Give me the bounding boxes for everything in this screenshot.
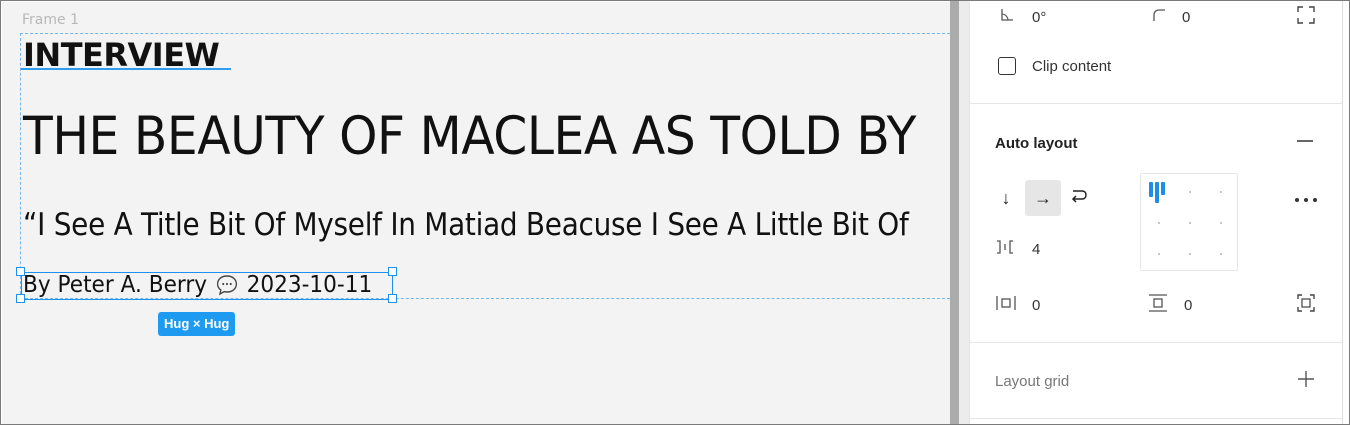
- horizontal-padding-value: 0: [1032, 296, 1041, 314]
- minus-icon: [1296, 132, 1314, 154]
- arrow-down-icon: ↓: [1001, 187, 1011, 208]
- spacing-icon: [996, 239, 1014, 259]
- divider-track: [959, 1, 969, 424]
- plus-icon: [1297, 370, 1315, 392]
- corner-radius-field[interactable]: 0: [1152, 6, 1190, 28]
- direction-wrap-button[interactable]: [1061, 180, 1097, 216]
- selection-box[interactable]: [21, 272, 393, 300]
- rotation-field[interactable]: 0°: [1000, 6, 1046, 28]
- headline-text[interactable]: THE BEAUTY OF MACLEA AS TOLD BY: [23, 106, 916, 167]
- quote-text[interactable]: “I See A Title Bit Of Myself In Matiad B…: [23, 207, 909, 243]
- resize-handle-bottom-left[interactable]: [16, 294, 25, 303]
- align-dot-middle-left[interactable]: [1158, 222, 1160, 224]
- add-layout-grid-button[interactable]: [1297, 370, 1315, 392]
- section-divider: [970, 418, 1345, 419]
- properties-panel: 0° 0 Clip content Auto layout ↓ → 4 0 0 …: [969, 2, 1345, 424]
- corner-radius-value: 0: [1182, 8, 1191, 26]
- align-dot-bottom-left[interactable]: [1158, 253, 1160, 255]
- direction-controls: ↓ →: [988, 180, 1097, 216]
- arrow-right-icon: →: [1034, 187, 1052, 208]
- resize-handle-bottom-right[interactable]: [388, 294, 397, 303]
- independent-corners-button[interactable]: [1296, 6, 1316, 28]
- align-dot-top-center[interactable]: [1189, 191, 1191, 193]
- align-dot-bottom-center[interactable]: [1189, 253, 1191, 255]
- resize-handle-top-left[interactable]: [16, 267, 25, 276]
- align-bar-3: [1161, 182, 1165, 195]
- align-bar-1: [1149, 182, 1153, 197]
- panel-scrollbar[interactable]: [1342, 1, 1349, 424]
- wrap-icon: [1070, 188, 1088, 209]
- rotation-icon: [1000, 8, 1014, 26]
- rotation-value: 0°: [1032, 8, 1047, 26]
- app-window: Frame 1 INTERVIEW THE BEAUTY OF MACLEA A…: [0, 0, 1350, 425]
- hover-underline: [21, 68, 231, 70]
- individual-padding-button[interactable]: [1296, 294, 1316, 316]
- clip-content-checkbox[interactable]: Clip content: [998, 55, 1111, 77]
- more-options-icon: [1294, 190, 1318, 207]
- align-dot-bottom-right[interactable]: [1220, 253, 1222, 255]
- design-canvas[interactable]: Frame 1 INTERVIEW THE BEAUTY OF MACLEA A…: [2, 2, 950, 424]
- section-divider: [970, 342, 1345, 343]
- align-dot-middle-right[interactable]: [1220, 222, 1222, 224]
- align-bar-2: [1155, 182, 1159, 203]
- layout-grid-title: Layout grid: [995, 372, 1070, 390]
- resize-handle-top-right[interactable]: [388, 267, 397, 276]
- alignment-picker[interactable]: [1140, 173, 1238, 271]
- item-spacing-value: 4: [1032, 240, 1041, 258]
- checkbox-icon: [998, 57, 1016, 75]
- frame-label[interactable]: Frame 1: [22, 12, 79, 28]
- section-divider: [970, 103, 1345, 104]
- clip-content-label: Clip content: [1032, 57, 1112, 75]
- horizontal-padding-icon: [996, 295, 1016, 315]
- item-spacing-field[interactable]: 4: [996, 238, 1040, 260]
- independent-corners-icon: [1296, 5, 1316, 29]
- direction-vertical-button[interactable]: ↓: [988, 180, 1024, 216]
- vertical-padding-value: 0: [1184, 296, 1193, 314]
- align-dot-middle-center[interactable]: [1189, 222, 1191, 224]
- align-dot-top-right[interactable]: [1220, 191, 1222, 193]
- layout-grid-header: Layout grid: [995, 370, 1069, 392]
- corner-radius-icon: [1152, 8, 1166, 26]
- individual-padding-icon: [1296, 293, 1316, 317]
- auto-layout-title: Auto layout: [995, 134, 1078, 152]
- vertical-padding-field[interactable]: 0: [1148, 294, 1192, 316]
- remove-auto-layout-button[interactable]: [1296, 132, 1314, 154]
- direction-horizontal-button[interactable]: →: [1025, 180, 1061, 216]
- auto-layout-header: Auto layout: [995, 132, 1078, 154]
- size-badge: Hug × Hug: [158, 312, 236, 336]
- horizontal-padding-field[interactable]: 0: [996, 294, 1040, 316]
- vertical-padding-icon: [1148, 294, 1168, 316]
- auto-layout-more-button[interactable]: [1294, 187, 1318, 209]
- panel-resize-divider[interactable]: [950, 1, 959, 424]
